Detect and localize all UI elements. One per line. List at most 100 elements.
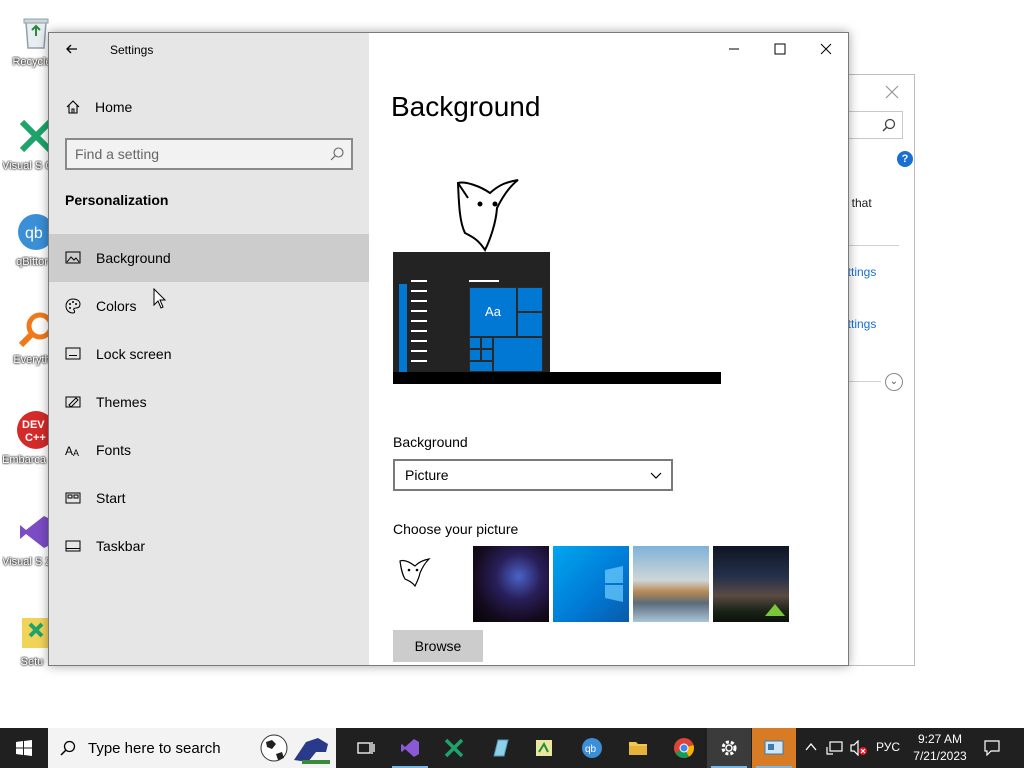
taskbar-app-settings[interactable] bbox=[707, 728, 751, 768]
preview-line bbox=[411, 340, 427, 342]
sidebar-item-fonts[interactable]: A A Fonts bbox=[49, 426, 369, 474]
svg-text:qb: qb bbox=[585, 744, 597, 755]
search-icon bbox=[330, 147, 344, 161]
preview-tile bbox=[517, 312, 543, 337]
search-icon bbox=[882, 118, 896, 132]
close-icon[interactable] bbox=[885, 85, 899, 99]
preview-start-strip bbox=[399, 284, 407, 372]
background-window: ? .) that ettings ettings ⌄ bbox=[840, 74, 915, 666]
background-label: Background bbox=[393, 434, 468, 450]
taskbar-search-box[interactable]: Type here to search bbox=[48, 728, 336, 768]
fonts-icon: A A bbox=[65, 444, 79, 458]
notification-icon[interactable] bbox=[984, 740, 1000, 756]
preview-line bbox=[469, 280, 499, 282]
sidebar-item-label: Taskbar bbox=[96, 538, 146, 554]
taskbar-app-notes[interactable] bbox=[478, 728, 522, 768]
help-icon[interactable]: ? bbox=[897, 151, 913, 167]
back-button[interactable] bbox=[59, 39, 87, 67]
preview-tile bbox=[469, 349, 481, 361]
picture-thumbnail[interactable] bbox=[633, 546, 709, 622]
svg-text:A: A bbox=[73, 448, 79, 458]
sidebar-item-start[interactable]: Start bbox=[49, 474, 369, 522]
preview-line bbox=[411, 280, 427, 282]
gear-icon bbox=[721, 740, 737, 756]
picture-thumbnail[interactable] bbox=[393, 546, 469, 622]
chevron-down-icon[interactable]: ⌄ bbox=[885, 373, 903, 391]
clock-time: 9:27 AM bbox=[917, 732, 963, 746]
picture-icon bbox=[65, 251, 81, 264]
sidebar-item-label: Fonts bbox=[96, 442, 132, 458]
picture-thumbnail[interactable] bbox=[553, 546, 629, 622]
taskbar-app-qbittorrent[interactable]: qb bbox=[570, 728, 614, 768]
maximize-button[interactable] bbox=[757, 33, 803, 65]
tent-thumbnail-image bbox=[765, 604, 785, 616]
chevron-down-icon bbox=[650, 472, 662, 479]
task-view-button[interactable] bbox=[344, 728, 388, 768]
wallpaper-sketch-image bbox=[456, 179, 519, 252]
taskbar-app-visual-studio[interactable] bbox=[388, 728, 432, 768]
taskbar-app-vs-code[interactable] bbox=[432, 728, 476, 768]
sidebar-item-home[interactable]: Home bbox=[49, 89, 369, 125]
preview-line bbox=[411, 320, 427, 322]
find-setting-field[interactable] bbox=[65, 138, 353, 170]
window-title: Settings bbox=[110, 43, 154, 57]
input-language-indicator[interactable]: РУС bbox=[876, 740, 900, 754]
taskbar-icon bbox=[65, 540, 81, 552]
preview-line bbox=[411, 330, 427, 332]
sidebar: Settings Home Personalization Background bbox=[49, 33, 369, 665]
taskbar-app-chrome[interactable] bbox=[662, 728, 706, 768]
folder-icon bbox=[629, 742, 647, 755]
task-view-icon bbox=[357, 742, 375, 754]
taskbar-app-file-explorer[interactable] bbox=[616, 728, 660, 768]
picture-thumbnail[interactable] bbox=[713, 546, 789, 622]
sidebar-item-colors[interactable]: Colors bbox=[49, 282, 369, 330]
preview-taskbar bbox=[393, 372, 721, 384]
preview-tile bbox=[469, 337, 481, 349]
search-highlight-art bbox=[260, 734, 330, 764]
dropdown-value: Picture bbox=[405, 467, 449, 483]
clock-date: 7/21/2023 bbox=[913, 749, 967, 763]
sidebar-item-label: Lock screen bbox=[96, 346, 172, 362]
sidebar-item-background[interactable]: Background bbox=[49, 234, 369, 282]
show-hidden-icons-button[interactable] bbox=[804, 728, 820, 768]
svg-text:qb: qb bbox=[25, 225, 43, 242]
background-type-dropdown[interactable]: Picture bbox=[393, 459, 673, 491]
preview-tile bbox=[481, 349, 493, 361]
clock[interactable]: 9:27 AM 7/21/2023 bbox=[908, 731, 972, 765]
network-button[interactable] bbox=[826, 728, 846, 768]
divider bbox=[847, 245, 899, 246]
sidebar-item-lock-screen[interactable]: Lock screen bbox=[49, 330, 369, 378]
volume-button[interactable] bbox=[850, 728, 870, 768]
windows-logo-icon bbox=[16, 740, 32, 756]
lock-screen-icon bbox=[65, 347, 81, 360]
taskbar-app-editor[interactable] bbox=[522, 728, 566, 768]
preview-tile: Aa bbox=[469, 287, 517, 337]
close-button[interactable] bbox=[803, 33, 848, 65]
sketch-thumbnail-image bbox=[399, 558, 431, 588]
search-icon bbox=[60, 740, 76, 756]
sidebar-item-label: Background bbox=[96, 250, 171, 266]
editor-app-icon bbox=[536, 740, 552, 756]
preview-line bbox=[411, 360, 427, 362]
maximize-icon bbox=[774, 43, 786, 55]
picture-thumbnail[interactable] bbox=[473, 546, 549, 622]
search-input[interactable] bbox=[847, 111, 903, 139]
find-setting-input[interactable] bbox=[75, 145, 315, 163]
taskbar: Type here to search qb РУС 9:27 AM 7/21/… bbox=[0, 728, 1024, 768]
sidebar-item-themes[interactable]: Themes bbox=[49, 378, 369, 426]
start-icon bbox=[65, 492, 81, 504]
start-button[interactable] bbox=[0, 728, 48, 768]
svg-text:C++: C++ bbox=[25, 432, 46, 444]
sidebar-item-taskbar[interactable]: Taskbar bbox=[49, 522, 369, 570]
sidebar-item-label: Start bbox=[96, 490, 126, 506]
page-title: Background bbox=[391, 91, 541, 122]
taskbar-app-control-panel[interactable] bbox=[752, 728, 796, 768]
network-icon bbox=[826, 741, 843, 755]
vs-code-icon bbox=[444, 738, 464, 758]
preview-tile bbox=[517, 287, 543, 312]
svg-text:A: A bbox=[65, 444, 73, 458]
preview-tiles: Aa bbox=[469, 287, 543, 372]
minimize-button[interactable] bbox=[711, 33, 757, 65]
browse-button[interactable]: Browse bbox=[393, 630, 483, 662]
sidebar-item-label: Colors bbox=[96, 298, 137, 314]
